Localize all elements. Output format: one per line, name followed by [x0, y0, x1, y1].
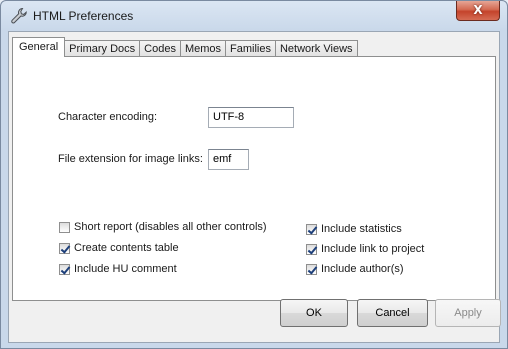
include-authors-label: Include author(s) [321, 263, 404, 275]
close-icon: X [473, 3, 483, 17]
window-title: HTML Preferences [33, 9, 134, 23]
short-report-label: Short report (disables all other control… [74, 221, 267, 233]
close-button[interactable]: X [456, 1, 500, 21]
include-statistics-checkbox[interactable]: Include statistics [306, 223, 402, 235]
include-authors-checkbox[interactable]: Include author(s) [306, 263, 404, 275]
checkbox-checked[interactable] [306, 223, 317, 235]
title-bar[interactable]: HTML Preferences X [1, 1, 507, 31]
checkbox-checked[interactable] [306, 243, 317, 255]
include-statistics-label: Include statistics [321, 223, 402, 235]
general-tab-panel: Character encoding: UTF-8 File extension… [12, 56, 496, 301]
checkbox-checked[interactable] [306, 263, 317, 275]
encoding-input[interactable]: UTF-8 [208, 107, 294, 128]
extension-label: File extension for image links: [58, 153, 203, 165]
create-contents-table-checkbox[interactable]: Create contents table [59, 242, 179, 254]
checkbox-checked[interactable] [59, 263, 70, 275]
tab-bar: General Primary Docs Codes Memos Familie… [12, 37, 358, 57]
tab-primary-docs[interactable]: Primary Docs [64, 40, 141, 57]
checkbox-unchecked[interactable] [59, 221, 70, 233]
checkbox-checked[interactable] [59, 242, 70, 254]
tab-general[interactable]: General [12, 37, 66, 57]
preferences-window: HTML Preferences X General Primary Docs … [0, 0, 508, 349]
include-link-to-project-checkbox[interactable]: Include link to project [306, 243, 424, 255]
tab-families[interactable]: Families [225, 40, 276, 57]
create-contents-table-label: Create contents table [74, 242, 179, 254]
tab-memos[interactable]: Memos [179, 40, 227, 57]
apply-button[interactable]: Apply [435, 299, 501, 327]
dialog-body: General Primary Docs Codes Memos Familie… [8, 31, 501, 343]
ok-button[interactable]: OK [280, 299, 348, 327]
wrench-icon [11, 7, 27, 24]
tab-network-views[interactable]: Network Views [274, 40, 358, 57]
include-hu-comment-label: Include HU comment [74, 263, 177, 275]
cancel-button[interactable]: Cancel [357, 299, 428, 327]
encoding-label: Character encoding: [58, 111, 158, 123]
tab-codes[interactable]: Codes [139, 40, 181, 57]
extension-input[interactable]: emf [208, 149, 249, 170]
short-report-checkbox[interactable]: Short report (disables all other control… [59, 221, 267, 233]
include-link-to-project-label: Include link to project [321, 243, 425, 255]
include-hu-comment-checkbox[interactable]: Include HU comment [59, 263, 177, 275]
